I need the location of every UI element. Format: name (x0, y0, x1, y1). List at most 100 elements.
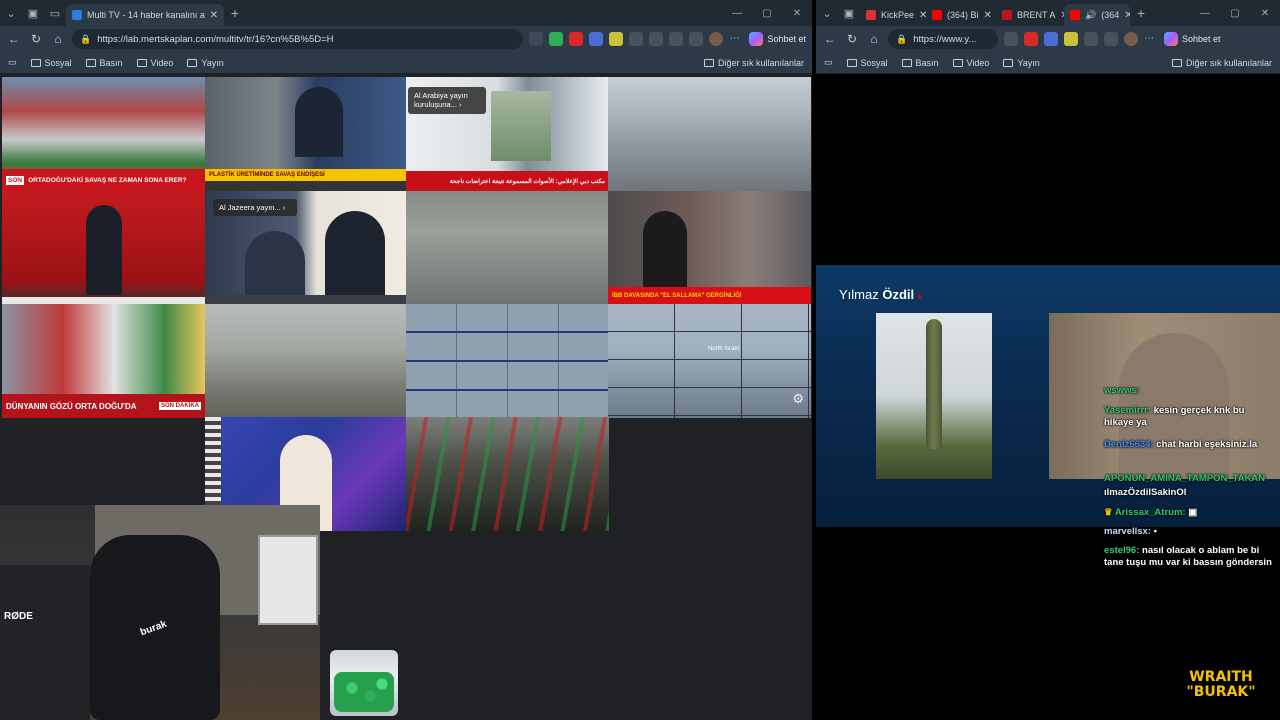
tab-multitv[interactable]: Multi TV - 14 haber kanalını aynı a ✕ (66, 4, 224, 26)
speaker-icon[interactable]: 🔊 (1085, 10, 1096, 21)
tab-brent[interactable]: BRENT A✕ (996, 4, 1064, 26)
chat-message: estel96: nasıl olacak o ablam be bi tane… (1104, 545, 1274, 570)
refresh-icon[interactable]: ↻ (844, 32, 860, 46)
channel-overlay[interactable]: Al Arabiya yayın kuruluşuna... › (408, 87, 486, 114)
bookmark-folder-sosyal[interactable]: Sosyal (846, 58, 888, 68)
tab-actions-icon[interactable]: ⌄ (816, 0, 838, 26)
maximize-icon[interactable]: ▢ (1220, 8, 1250, 19)
bookmark-folder-basin[interactable]: Basın (901, 58, 939, 68)
tv-channel-5[interactable] (2, 191, 205, 305)
more-menu-icon[interactable]: ⋯ (1144, 32, 1158, 46)
bookmark-folder-video[interactable]: Video (952, 58, 989, 68)
refresh-icon[interactable]: ↻ (28, 32, 44, 46)
tv-channel-10[interactable] (205, 304, 408, 418)
close-window-icon[interactable]: ✕ (782, 8, 812, 19)
workspaces-icon[interactable]: ▣ (22, 0, 44, 26)
extension-icon[interactable] (1044, 32, 1058, 46)
tab-actions-icon[interactable]: ⌄ (0, 0, 22, 26)
video-player[interactable]: Yılmaz Özdil ● wswws: Yasemirrr: kesin g… (816, 75, 1280, 720)
split-screen-icon[interactable] (1104, 32, 1118, 46)
extension-icon[interactable] (549, 32, 564, 46)
close-tab-icon[interactable]: ✕ (210, 10, 218, 21)
close-window-icon[interactable]: ✕ (1250, 8, 1280, 19)
chat-username: wswws: (1104, 385, 1140, 396)
profile-avatar-icon[interactable] (1124, 32, 1138, 46)
tv-channel-4[interactable] (608, 77, 811, 191)
close-tab-icon[interactable]: ✕ (919, 10, 926, 21)
folder-icon (85, 58, 96, 67)
extension-icon[interactable] (1084, 32, 1098, 46)
tv-channel-1[interactable]: SON ORTADOĞU'DAKİ SAVAŞ NE ZAMAN SONA ERE… (2, 77, 205, 191)
extension-icon[interactable] (1064, 32, 1078, 46)
tv-channel-9[interactable]: DÜNYANIN GÖZÜ ORTA DOĞU'DA SON DAKİKA (2, 304, 205, 418)
new-tab-icon[interactable]: + (1130, 0, 1152, 26)
profile-avatar-icon[interactable] (709, 32, 724, 46)
tv-channel-14[interactable] (406, 417, 609, 531)
tv-channel-12[interactable]: North Israel (608, 304, 811, 418)
extension-icon[interactable] (529, 32, 544, 46)
sidebar-toggle-icon[interactable]: ▭ (824, 57, 833, 68)
youtube-icon (1070, 10, 1080, 20)
favorites-icon[interactable] (669, 32, 684, 46)
bookmark-folder-basin[interactable]: Basın (85, 58, 123, 68)
tab-youtube-active[interactable]: 🔊 (364 ✕ (1064, 4, 1130, 26)
window-controls: — ▢ ✕ (1190, 8, 1280, 19)
extension-icon[interactable] (569, 32, 584, 46)
back-icon[interactable]: ← (822, 32, 838, 46)
copilot-chat-button[interactable]: Sohbet et (1164, 32, 1221, 46)
tab-youtube-1[interactable]: (364) Bi ✕ (926, 4, 996, 26)
tv-channel-8[interactable]: İBB DAVASINDA "EL SALLAMA" GERGİNLİĞİ (608, 191, 811, 305)
bookmarks-bar: ▭ Sosyal Basın Video Yayın Diğer sık kul… (0, 52, 812, 74)
copilot-chat-button[interactable]: Sohbet et (749, 32, 806, 46)
more-menu-icon[interactable]: ⋯ (729, 32, 743, 46)
tv-channel-6[interactable]: Al Jazeera yayın... › (205, 191, 408, 305)
tv-channel-7[interactable] (406, 191, 609, 305)
chat-message: Deniz6634: chat harbi eşeksiniz.la (1104, 439, 1274, 451)
folder-icon (187, 58, 198, 67)
close-tab-icon[interactable]: ✕ (984, 10, 992, 21)
tv-channel-2[interactable]: PLASTİK ÜRETİMİNDE SAVAŞ ENDİŞESİ (205, 77, 408, 191)
extension-icon[interactable] (1004, 32, 1018, 46)
url-input[interactable]: 🔒 https://www.y... (888, 29, 998, 49)
multitv-favicon (72, 10, 82, 20)
extension-icon[interactable] (609, 32, 624, 46)
bookmark-folder-yayin[interactable]: Yayın (187, 57, 224, 68)
bookmark-folder-video[interactable]: Video (136, 58, 173, 68)
bookmark-folder-sosyal[interactable]: Sosyal (30, 58, 72, 68)
left-browser-window: ⌄ ▣ ▭ Multi TV - 14 haber kanalını aynı … (0, 0, 812, 720)
chat-username: Yasemirrr: (1104, 405, 1152, 416)
workspaces-icon[interactable]: ▣ (838, 0, 860, 26)
missile-image (876, 313, 992, 479)
channel-overlay[interactable]: Al Jazeera yayın... › (213, 199, 297, 217)
tab-kickpee[interactable]: KickPee ✕ (860, 4, 926, 26)
sidebar-toggle-icon[interactable]: ▭ (8, 57, 17, 68)
bookmark-label: Yayın (201, 57, 224, 68)
other-bookmarks[interactable]: Diğer sık kullanılanlar (1171, 58, 1272, 68)
news-ticker: PLASTİK ÜRETİMİNDE SAVAŞ ENDİŞESİ (205, 169, 408, 181)
home-icon[interactable]: ⌂ (866, 32, 882, 46)
bookmark-folder-yayin[interactable]: Yayın (1003, 58, 1040, 68)
url-input[interactable]: 🔒 https://lab.mertskaplan.com/multitv/tr… (72, 29, 524, 49)
overlay-text: Al Jazeera yayın... (219, 203, 281, 212)
vertical-tabs-icon[interactable]: ▭ (44, 0, 66, 26)
minimize-icon[interactable]: — (1190, 8, 1220, 19)
extension-icon[interactable] (1024, 32, 1038, 46)
tv-channel-11[interactable] (406, 304, 609, 418)
map-graphic (491, 91, 551, 161)
streamer-webcam: burak RØDE (0, 505, 320, 720)
split-screen-icon[interactable] (649, 32, 664, 46)
minimize-icon[interactable]: — (722, 8, 752, 19)
extension-icon[interactable] (589, 32, 604, 46)
settings-gear-icon[interactable]: ⚙ (792, 391, 804, 407)
tv-channel-3[interactable]: Al Arabiya yayın kuruluşuna... › مكتب دب… (406, 77, 609, 191)
emote-icon: ▪ (1153, 526, 1158, 537)
maximize-icon[interactable]: ▢ (752, 8, 782, 19)
back-icon[interactable]: ← (6, 32, 22, 46)
collections-icon[interactable] (689, 32, 704, 46)
extension-icon[interactable] (629, 32, 644, 46)
home-icon[interactable]: ⌂ (50, 32, 66, 46)
chat-message: APONUN_AMINA_TAMPON_TAKAN (1104, 473, 1280, 485)
news-ticker: SON ORTADOĞU'DAKİ SAVAŞ NE ZAMAN SONA ERE… (2, 169, 205, 191)
new-tab-icon[interactable]: + (224, 0, 246, 26)
other-bookmarks[interactable]: Diğer sık kullanılanlar (703, 58, 804, 68)
